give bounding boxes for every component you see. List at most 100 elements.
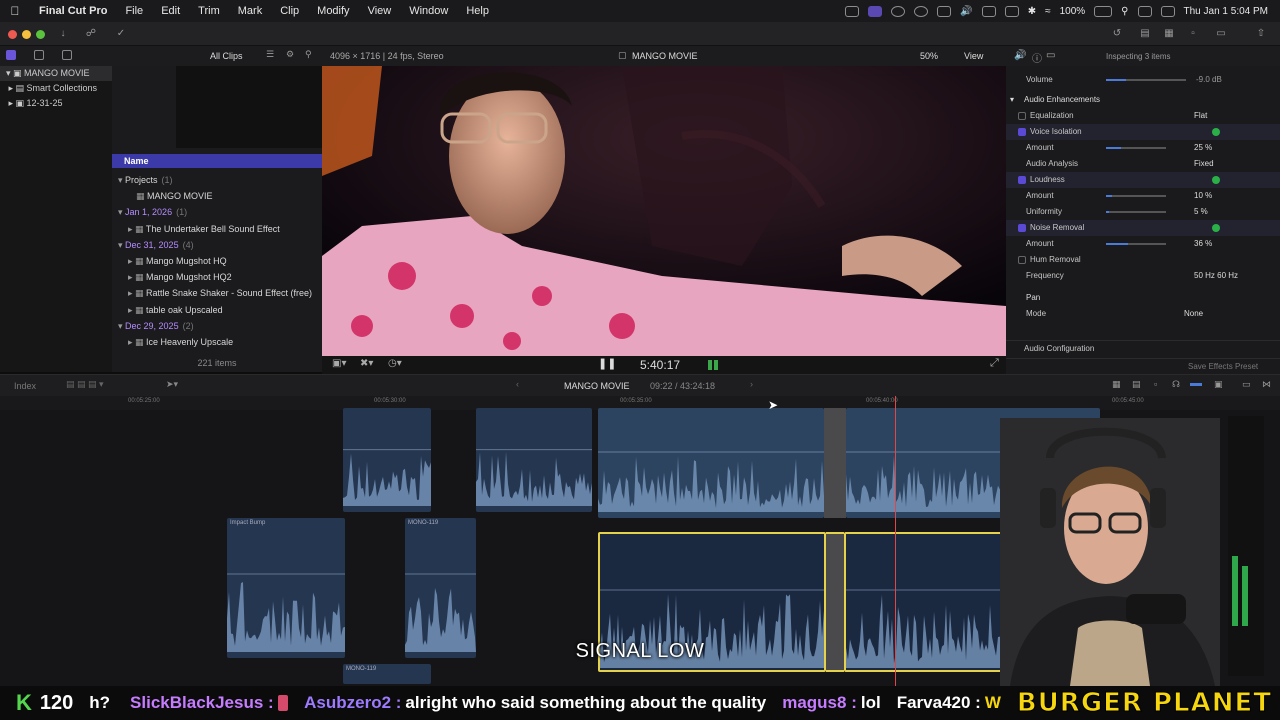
list-view-icon[interactable]: ☰: [266, 49, 274, 60]
inspector-row-value[interactable]: Flat: [1194, 108, 1207, 124]
disclosure-closed-icon[interactable]: ▸ ▦: [128, 224, 146, 234]
play-pause-button[interactable]: ❚❚: [598, 357, 616, 370]
inspector-row-value[interactable]: 10 %: [1194, 188, 1212, 204]
disclosure-open-icon[interactable]: ▾: [118, 240, 125, 250]
snapping-icon[interactable]: ▤: [1132, 379, 1141, 390]
volume-icon[interactable]: 🔊: [960, 6, 972, 17]
project-name[interactable]: MANGO MOVIE: [564, 381, 630, 391]
volume-value[interactable]: -9.0 dB: [1196, 72, 1222, 88]
zoom-window-button[interactable]: [36, 30, 45, 39]
menu-clip[interactable]: Clip: [271, 5, 308, 17]
disclosure-closed-icon[interactable]: ▸ ▦: [128, 305, 146, 315]
inspector-row-value[interactable]: 5 %: [1194, 204, 1208, 220]
menu-app-name[interactable]: Final Cut Pro: [30, 5, 116, 17]
control-center-icon[interactable]: [1137, 5, 1152, 17]
audio-inspector-icon[interactable]: 🔊: [1014, 50, 1026, 61]
headphones-icon[interactable]: ☊: [1172, 379, 1180, 390]
effects-browser-icon[interactable]: ▭: [1242, 379, 1251, 390]
inspector-row-value[interactable]: 25 %: [1194, 140, 1212, 156]
menu-view[interactable]: View: [359, 5, 401, 17]
display-icon[interactable]: [981, 5, 996, 17]
playhead[interactable]: [895, 396, 896, 686]
transition-handle[interactable]: [826, 532, 844, 672]
viewer-frame[interactable]: [322, 66, 1006, 356]
crop-icon[interactable]: ✖▾: [360, 358, 373, 369]
speed-icon[interactable]: ◷▾: [388, 358, 402, 369]
browser-row-clip[interactable]: ▸ ▦ Ice Heavenly Upscale: [112, 334, 322, 350]
search-icon[interactable]: ⚲: [305, 49, 312, 60]
transform-icon[interactable]: ▣▾: [332, 358, 346, 369]
browser-row-group[interactable]: ▾ Projects (1): [112, 172, 322, 188]
enable-checkbox[interactable]: [1018, 128, 1026, 136]
clip-filter-dropdown[interactable]: All Clips: [210, 51, 243, 61]
inspector-row-value[interactable]: Fixed: [1194, 156, 1214, 172]
select-tool-icon[interactable]: ➤▾: [166, 379, 178, 390]
audio-clip-impact-bump[interactable]: Impact Bump: [227, 518, 345, 658]
transition-gap[interactable]: [824, 408, 846, 518]
back-icon[interactable]: ‹: [516, 379, 519, 389]
enable-checkbox[interactable]: [1018, 224, 1026, 232]
index-button[interactable]: Index: [14, 381, 36, 391]
browser-row-date[interactable]: ▾ Dec 29, 2025 (2): [112, 318, 322, 334]
disclosure-closed-icon[interactable]: ▸ ▦: [128, 256, 146, 266]
screen-share-icon[interactable]: [868, 5, 883, 17]
audio-skim-icon[interactable]: ▦: [1112, 379, 1121, 390]
monitor-icon[interactable]: [1004, 5, 1019, 17]
menu-modify[interactable]: Modify: [308, 5, 358, 17]
menu-trim[interactable]: Trim: [189, 5, 229, 17]
audio-clip[interactable]: [476, 408, 592, 512]
audio-clip[interactable]: [598, 408, 824, 518]
library-item[interactable]: ▾ ▣ MANGO MOVIE: [0, 66, 112, 81]
project-icon[interactable]: ▦: [136, 191, 147, 201]
titles-icon[interactable]: [62, 50, 72, 60]
timeline-toggle-icon[interactable]: ▫: [1184, 27, 1202, 41]
bluetooth-icon[interactable]: ✱: [1028, 6, 1036, 17]
disclosure-open-icon[interactable]: ▾: [118, 207, 125, 217]
audio-enhancements-header[interactable]: ▾ Audio Enhancements: [1006, 92, 1280, 108]
amount-slider[interactable]: [1106, 211, 1166, 213]
audio-config-row[interactable]: Audio Configuration: [1006, 340, 1280, 356]
siri-icon[interactable]: [1160, 5, 1175, 17]
battery-icon[interactable]: [1094, 5, 1113, 17]
sidebar-toggle-icon[interactable]: ▤: [1136, 27, 1154, 41]
save-preset-button[interactable]: Save Effects Preset: [1188, 359, 1258, 375]
volume-slider[interactable]: [1106, 79, 1186, 81]
menu-mark[interactable]: Mark: [229, 5, 271, 17]
export-icon[interactable]: ⇧: [1252, 27, 1270, 41]
amount-slider[interactable]: [1106, 243, 1166, 245]
menu-file[interactable]: File: [116, 5, 152, 17]
browser-row-date[interactable]: ▾ Dec 31, 2025 (4): [112, 237, 322, 253]
browser-row-date[interactable]: ▾ Jan 1, 2026 (1): [112, 204, 322, 220]
amount-slider[interactable]: [1106, 147, 1166, 149]
settings-icon[interactable]: ⚙: [286, 49, 294, 60]
audio-clip-mono[interactable]: MONO-119: [405, 518, 476, 658]
browser-row-project[interactable]: ▦ MANGO MOVIE: [112, 188, 322, 204]
browser-toggle-icon[interactable]: ▦: [1160, 27, 1178, 41]
fullscreen-icon[interactable]: ⤢: [990, 357, 999, 370]
forward-icon[interactable]: ›: [750, 379, 753, 389]
photos-icon[interactable]: [34, 50, 44, 60]
menu-help[interactable]: Help: [457, 5, 498, 17]
mode-dropdown[interactable]: None: [1184, 306, 1203, 322]
transitions-icon[interactable]: ⋈: [1262, 379, 1271, 390]
amount-slider[interactable]: [1106, 195, 1166, 197]
browser-row-clip[interactable]: ▸ ▦ Mango Mugshot HQ: [112, 253, 322, 269]
disclosure-closed-icon[interactable]: ▸ ▦: [128, 288, 146, 298]
globe-icon[interactable]: [914, 5, 929, 17]
enable-checkbox[interactable]: [1018, 112, 1026, 120]
timecode-display[interactable]: 5:40:17: [640, 358, 680, 372]
inspector-toggle-icon[interactable]: ▭: [1212, 27, 1230, 41]
audio-clip[interactable]: [343, 408, 431, 512]
zoom-dropdown[interactable]: 50%: [920, 51, 938, 61]
disclosure-open-icon[interactable]: ▾: [118, 321, 125, 331]
libraries-icon[interactable]: [6, 50, 16, 60]
edit-tools-icon[interactable]: ▤ ▤ ▤ ▾: [66, 379, 104, 390]
solo-icon[interactable]: ▫: [1154, 379, 1157, 389]
browser-row-clip[interactable]: ▸ ▦ Mango Mugshot HQ2: [112, 269, 322, 285]
browser-row-clip[interactable]: ▸ ▦ The Undertaker Bell Sound Effect: [112, 221, 322, 237]
menu-window[interactable]: Window: [400, 5, 457, 17]
play-icon[interactable]: [937, 5, 952, 17]
info-icon[interactable]: ⓘ: [1032, 50, 1042, 65]
inspector-row-value[interactable]: 50 Hz 60 Hz: [1194, 268, 1238, 284]
keywords-icon[interactable]: ☍: [82, 27, 100, 41]
